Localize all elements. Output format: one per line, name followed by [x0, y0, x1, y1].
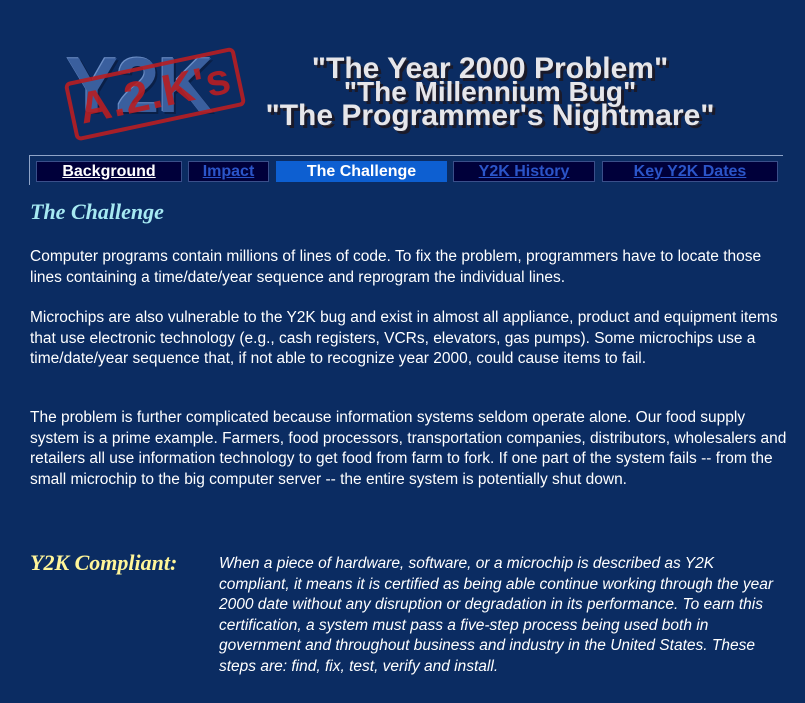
paragraph-3: The problem is further complicated becau…	[30, 409, 787, 488]
tab-key-y2k-dates[interactable]: Key Y2K Dates	[602, 161, 778, 182]
paragraph-2: Microchips are also vulnerable to the Y2…	[30, 309, 778, 367]
y2k-logo: Y2K A.2.K's	[63, 40, 247, 142]
tab-background[interactable]: Background	[36, 161, 182, 182]
headline-line-3: "The Programmer's Nightmare"	[265, 99, 715, 132]
nav-bar: Background Impact The Challenge Y2K Hist…	[29, 155, 783, 185]
tab-y2k-history[interactable]: Y2K History	[453, 161, 595, 182]
page-title: The Challenge	[30, 199, 164, 224]
tab-impact[interactable]: Impact	[188, 161, 269, 182]
paragraph-1: Computer programs contain millions of li…	[30, 248, 762, 286]
glossary-definition: When a piece of hardware, software, or a…	[219, 555, 773, 675]
banner: Y2K A.2.K's "The Year 2000 Problem" "The…	[0, 0, 805, 150]
tab-the-challenge[interactable]: The Challenge	[276, 161, 447, 182]
glossary-term: Y2K Compliant:	[30, 550, 178, 575]
